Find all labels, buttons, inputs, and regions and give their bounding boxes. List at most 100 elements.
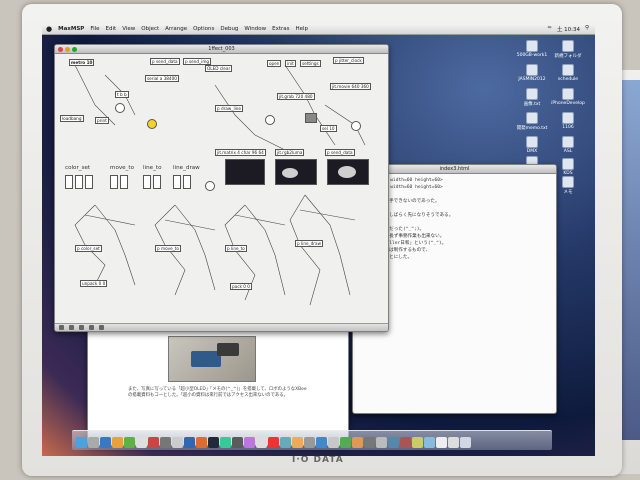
app-icon[interactable] — [292, 437, 303, 448]
number-box[interactable] — [153, 175, 161, 189]
app-icon[interactable] — [328, 437, 339, 448]
calendar-icon[interactable] — [148, 437, 159, 448]
patch-object[interactable]: jit.matrix 4 char 96 64 — [215, 149, 266, 156]
menubar-clock[interactable]: 土 10:34 — [557, 25, 580, 33]
message-open[interactable]: open — [267, 60, 282, 67]
message-settings[interactable]: settings — [300, 60, 321, 67]
patch-object[interactable]: jit.rgb2luma — [275, 149, 305, 156]
number-box[interactable] — [65, 175, 73, 189]
app-icon[interactable] — [304, 437, 315, 448]
presentation-icon[interactable] — [69, 325, 74, 330]
itunes-icon[interactable] — [172, 437, 183, 448]
wifi-icon[interactable]: ≈ — [547, 25, 552, 33]
number-box[interactable] — [120, 175, 128, 189]
patcher-titlebar[interactable]: 1ffect_003 — [55, 45, 388, 54]
preview-icon[interactable] — [160, 437, 171, 448]
patch-object[interactable]: metro 10 — [69, 59, 95, 66]
app-icon[interactable] — [400, 437, 411, 448]
subpatch[interactable]: p line_to — [225, 245, 247, 252]
menu-window[interactable]: Window — [244, 26, 266, 32]
bang-button[interactable] — [205, 181, 215, 191]
menu-edit[interactable]: Edit — [106, 26, 117, 32]
patch-object[interactable]: p draw_line — [215, 105, 244, 112]
subpatch[interactable]: p move_to — [155, 245, 181, 252]
number-box[interactable] — [110, 175, 118, 189]
desktop-icon[interactable]: 500GB-work1 — [515, 40, 549, 58]
number-box[interactable] — [85, 175, 93, 189]
lock-icon[interactable] — [59, 325, 64, 330]
message-init[interactable]: init — [285, 60, 296, 67]
trash-icon[interactable] — [460, 437, 471, 448]
desktop-icon[interactable]: DMX — [515, 136, 549, 154]
app-icon[interactable] — [280, 437, 291, 448]
app-icon[interactable] — [256, 437, 267, 448]
patch-object[interactable]: pack 0 0 — [230, 283, 252, 290]
menu-arrange[interactable]: Arrange — [165, 26, 187, 32]
app-icon[interactable] — [412, 437, 423, 448]
new-object-icon[interactable] — [89, 325, 94, 330]
close-icon[interactable] — [58, 47, 63, 52]
minimize-icon[interactable] — [65, 47, 70, 52]
downloads-stack-icon[interactable] — [448, 437, 459, 448]
app-icon[interactable] — [316, 437, 327, 448]
desktop-icon[interactable]: 新規フォルダ — [551, 40, 585, 59]
patch-object[interactable]: p send_data — [325, 149, 355, 156]
launchpad-icon[interactable] — [88, 437, 99, 448]
app-icon[interactable] — [340, 437, 351, 448]
desktop-icon[interactable]: JASMIN2012 — [515, 64, 549, 82]
number-box[interactable] — [75, 175, 83, 189]
bang-button[interactable] — [115, 103, 125, 113]
browser-window[interactable]: また、写真に写っている「超小型OLED」「メモの(^_^)」を搭載して、ロボのよ… — [87, 320, 349, 446]
app-icon[interactable] — [376, 437, 387, 448]
apple-menu-icon[interactable]: ● — [46, 25, 52, 33]
patch-object[interactable]: unpack 0 0 — [80, 280, 108, 287]
patch-object[interactable]: jit.grab 720 480 — [277, 93, 315, 100]
patch-object[interactable]: serial a 38400 — [145, 75, 179, 82]
zoom-icon[interactable] — [72, 47, 77, 52]
desktop-icon[interactable]: 1106 — [551, 112, 585, 130]
menu-file[interactable]: File — [90, 26, 99, 32]
inspector-icon[interactable] — [99, 325, 104, 330]
subpatch[interactable]: p line_draw — [295, 240, 324, 247]
desktop-icon[interactable]: iPhoneDevelop — [551, 88, 585, 106]
app-icon[interactable] — [424, 437, 435, 448]
desktop-icon[interactable]: 画像.txt — [515, 88, 549, 107]
spotlight-icon[interactable]: ⚲ — [585, 25, 589, 33]
desktop-icon[interactable]: schedule — [551, 64, 585, 82]
arduino-icon[interactable] — [220, 437, 231, 448]
number-box[interactable] — [173, 175, 181, 189]
photoshop-icon[interactable] — [184, 437, 195, 448]
bang-button[interactable] — [351, 121, 361, 131]
number-box[interactable] — [143, 175, 151, 189]
firefox-icon[interactable] — [112, 437, 123, 448]
patch-object[interactable]: sel 10 — [320, 125, 337, 132]
desktop-icon[interactable]: ASL — [551, 136, 585, 154]
documents-stack-icon[interactable] — [436, 437, 447, 448]
grid-icon[interactable] — [79, 325, 84, 330]
subpatch[interactable]: p color_set — [75, 245, 102, 252]
menu-help[interactable]: Help — [296, 26, 309, 32]
menu-debug[interactable]: Debug — [220, 26, 238, 32]
app-icon[interactable] — [268, 437, 279, 448]
illustrator-icon[interactable] — [196, 437, 207, 448]
menu-extras[interactable]: Extras — [272, 26, 289, 32]
app-menu[interactable]: MaxMSP — [58, 26, 84, 32]
patch-object[interactable]: print — [95, 117, 109, 124]
app-icon[interactable] — [352, 437, 363, 448]
patch-object[interactable]: t b b — [115, 91, 129, 98]
max-icon[interactable] — [232, 437, 243, 448]
app-icon[interactable] — [388, 437, 399, 448]
app-icon[interactable] — [364, 437, 375, 448]
terminal-icon[interactable] — [208, 437, 219, 448]
safari-icon[interactable] — [100, 437, 111, 448]
number-box[interactable] — [183, 175, 191, 189]
patch-object[interactable]: p jitter_clock — [333, 57, 364, 64]
max-patcher-window[interactable]: 1ffect_003 metro 10 OLED clear p send_da… — [54, 44, 389, 332]
patch-object[interactable]: loadbang — [60, 115, 84, 122]
patch-object[interactable]: jit.movie 640 360 — [330, 83, 371, 90]
app-icon[interactable] — [244, 437, 255, 448]
desktop-icon[interactable]: 開発memo.txt — [515, 112, 549, 131]
mail-icon[interactable] — [136, 437, 147, 448]
menu-options[interactable]: Options — [193, 26, 214, 32]
bang-button[interactable] — [265, 115, 275, 125]
